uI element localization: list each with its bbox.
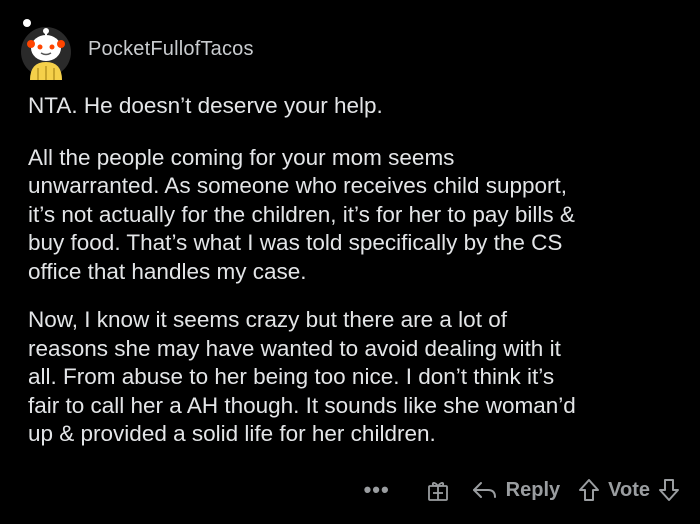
comment-card: PocketFullofTacos NTA. He doesn’t deserv… xyxy=(0,0,700,524)
reply-arrow-icon xyxy=(472,480,498,500)
user-avatar[interactable] xyxy=(20,18,72,80)
award-icon[interactable] xyxy=(426,478,450,502)
vote-label: Vote xyxy=(608,478,650,501)
reply-button[interactable]: Reply xyxy=(472,479,560,502)
downvote-icon[interactable] xyxy=(658,478,680,502)
comment-header: PocketFullofTacos xyxy=(20,18,254,80)
comment-username[interactable]: PocketFullofTacos xyxy=(88,38,254,61)
comment-body: NTA. He doesn’t deserve your help. All t… xyxy=(28,92,678,469)
more-options-button[interactable]: ••• xyxy=(364,479,390,501)
vote-control: Vote xyxy=(578,478,680,502)
upvote-icon[interactable] xyxy=(578,478,600,502)
comment-paragraph-2: All the people coming for your mom seems… xyxy=(28,144,575,284)
comment-paragraph-3: Now, I know it seems crazy but there are… xyxy=(28,307,576,446)
comment-action-bar: ••• Reply Vote xyxy=(364,478,680,502)
comment-paragraph-1: NTA. He doesn’t deserve your help. xyxy=(28,93,383,118)
reply-label: Reply xyxy=(505,478,561,501)
